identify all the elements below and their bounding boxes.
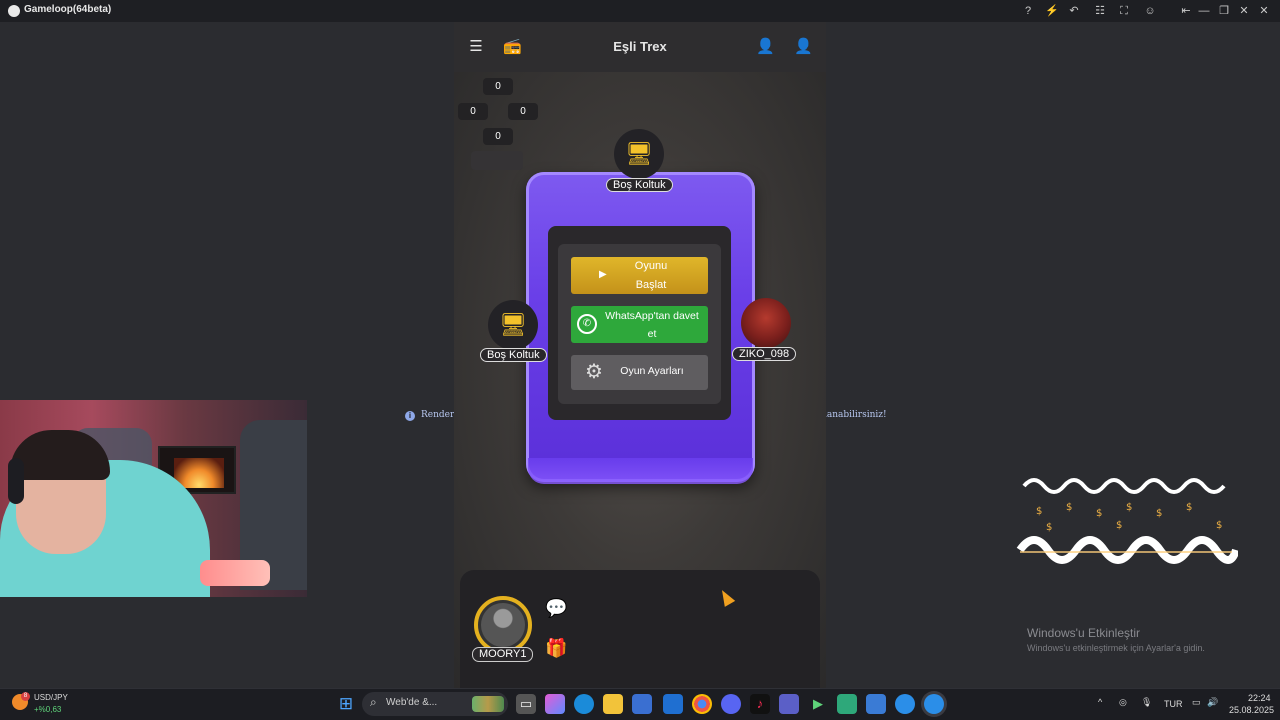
store-icon[interactable] [632, 694, 652, 714]
notice-right-text: lanabilirsiniz! [824, 410, 887, 420]
activation-title: Windows'u Etkinleştir [1027, 626, 1140, 640]
opponent-name: ZIKO_098 [732, 347, 797, 361]
ticker-badge: 8 [21, 692, 30, 701]
profile-icon[interactable]: 👤 [794, 39, 813, 55]
score-bottom: 0 [483, 128, 513, 145]
seat-left[interactable]: 🖥 [488, 300, 538, 350]
boost-icon[interactable]: ⚡ [1044, 3, 1060, 19]
svg-text:$: $ [1186, 502, 1192, 513]
app-icon[interactable] [895, 694, 915, 714]
whatsapp-invite-button[interactable]: ✆ WhatsApp'tan davet et [571, 306, 708, 343]
player-name: MOORY1 [472, 647, 534, 662]
score-left: 0 [458, 103, 488, 120]
minimize-button[interactable]: ❐ [1216, 3, 1232, 19]
seat-computer-icon: 🖥 [499, 312, 527, 337]
headset-icon [8, 458, 24, 504]
tray-volume-icon[interactable]: 🔊 [1207, 697, 1218, 708]
account-icon[interactable]: ☺ [1142, 3, 1158, 19]
gear-icon: ⚙ [585, 361, 603, 383]
back-icon[interactable]: ↶ [1066, 3, 1082, 19]
language-indicator[interactable]: TUR [1164, 699, 1183, 709]
score-right: 0 [508, 103, 538, 120]
gameloop-logo-icon [8, 5, 20, 17]
gameloop-task-icon[interactable]: ▶ [808, 694, 828, 714]
windows-activation-watermark: Windows'u Etkinleştir Windows'u etkinleş… [1027, 626, 1205, 653]
webcam-overlay [0, 400, 307, 597]
collapse-icon[interactable]: ⇤ [1178, 3, 1194, 19]
seat-top-label: Boş Koltuk [606, 178, 673, 192]
whatsapp-label-line1: WhatsApp'tan davet [605, 310, 699, 322]
start-label-line2: Başlat [635, 279, 667, 291]
settings-task-icon[interactable] [866, 694, 886, 714]
chrome-icon[interactable] [692, 694, 712, 714]
tray-network-icon[interactable]: ◎ [1119, 697, 1127, 708]
svg-text:$: $ [1126, 502, 1132, 513]
game-settings-button[interactable]: ⚙ Oyun Ayarları [571, 355, 708, 390]
whatsapp-label-line2: et [647, 328, 657, 340]
score-bar [471, 151, 523, 170]
svg-text:$: $ [1036, 506, 1042, 517]
desk-light [200, 560, 270, 586]
add-friend-icon[interactable]: 👤 [756, 39, 775, 55]
search-highlight-image [472, 696, 504, 712]
menu-icon[interactable]: — [1196, 3, 1212, 19]
file-explorer-icon[interactable] [603, 694, 623, 714]
maximize-button[interactable]: ✕ [1236, 3, 1252, 19]
play-icon: ▶ [599, 269, 607, 280]
task-view-icon[interactable]: ▭ [516, 694, 536, 714]
window-title: Gameloop(64beta) [24, 4, 112, 15]
search-icon: ⌕ [370, 695, 377, 709]
right-backdrop [826, 22, 1280, 688]
ticker-change: +%0,63 [34, 705, 62, 714]
keymap-icon[interactable]: ☷ [1092, 3, 1108, 19]
player-avatar [481, 603, 525, 647]
taskbar-search[interactable]: ⌕ Web'de &... [362, 692, 508, 716]
seat-left-label: Boş Koltuk [480, 348, 547, 362]
seat-computer-icon: 🖥 [625, 141, 653, 166]
game-header: ☰ 📻 Eşli Trex 👤 👤 [454, 22, 826, 72]
clock-time[interactable]: 22:24 [1248, 693, 1271, 703]
help-icon[interactable]: ? [1020, 3, 1036, 19]
discord-icon[interactable] [721, 694, 741, 714]
edge-icon[interactable] [574, 694, 594, 714]
svg-text:$: $ [1046, 522, 1052, 533]
start-game-button[interactable]: ▶ Oyunu Başlat [571, 257, 708, 294]
svg-text:$: $ [1116, 520, 1122, 531]
game-viewport: ☰ 📻 Eşli Trex 👤 👤 0 0 0 0 ▶ Oyunu Başlat… [454, 22, 826, 688]
windows-start-icon[interactable]: ⊞ [336, 694, 356, 714]
settings-label: Oyun Ayarları [620, 365, 684, 377]
stream-logo: $ $ $ $ $ $ $ $ $ [1016, 478, 1238, 564]
svg-text:$: $ [1096, 508, 1102, 519]
seat-top[interactable]: 🖥 [614, 129, 664, 179]
chat-icon[interactable]: 💬 [545, 597, 567, 619]
search-placeholder: Web'de &... [386, 697, 438, 708]
teams-icon[interactable] [779, 694, 799, 714]
outlook-icon[interactable] [663, 694, 683, 714]
close-button[interactable]: ✕ [1256, 3, 1272, 19]
svg-text:$: $ [1066, 502, 1072, 513]
android-icon[interactable] [837, 694, 857, 714]
info-icon: i [405, 411, 415, 421]
svg-text:$: $ [1216, 520, 1222, 531]
tray-chevron-icon[interactable]: ^ [1098, 697, 1102, 707]
whatsapp-icon: ✆ [577, 314, 597, 334]
fullscreen-icon[interactable]: ⛶ [1116, 3, 1132, 19]
emulator-titlebar: Gameloop(64beta) ? ⚡ ↶ ☷ ⛶ ☺ ⇤ — ❐ ✕ ✕ [0, 0, 1280, 22]
tiktok-icon[interactable]: ♪ [750, 694, 770, 714]
opponent-avatar[interactable] [741, 298, 791, 348]
activation-subtitle: Windows'u etkinleştirmek için Ayarlar'a … [1027, 643, 1205, 653]
score-top: 0 [483, 78, 513, 95]
clock-date[interactable]: 25.08.2025 [1229, 705, 1274, 715]
tray-mic-icon[interactable]: 🎙 [1141, 697, 1152, 708]
ticker-name[interactable]: USD/JPY [34, 693, 68, 702]
tray-display-icon[interactable]: ▭ [1192, 697, 1201, 708]
copilot-icon[interactable] [545, 694, 565, 714]
svg-text:$: $ [1156, 508, 1162, 519]
active-app-icon[interactable] [924, 694, 944, 714]
table-edge [528, 458, 753, 484]
gift-icon[interactable]: 🎁 [545, 637, 567, 659]
